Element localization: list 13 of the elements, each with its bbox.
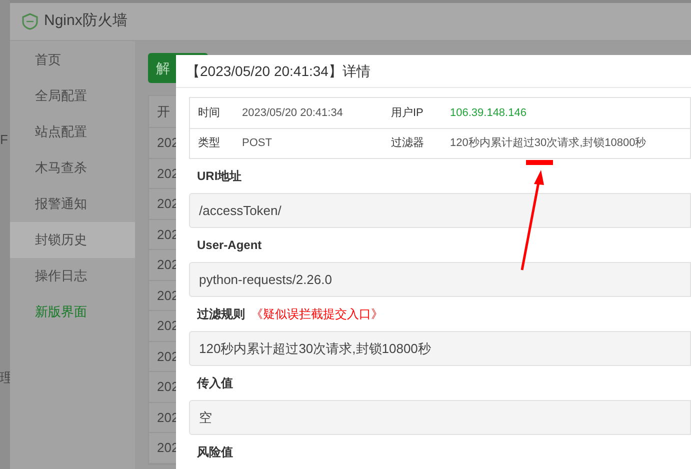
info-label: 用户IP bbox=[391, 106, 424, 121]
value-field: 120秒内累计超过30次请求,封锁10800秒 bbox=[189, 331, 691, 366]
info-value: POST bbox=[242, 136, 273, 152]
info-value: 106.39.148.146 bbox=[450, 106, 526, 121]
info-label: 过滤器 bbox=[391, 136, 425, 152]
value-field: python-requests/2.26.0 bbox=[189, 262, 691, 297]
dialog-title: 【2023/05/20 20:41:34】详情 bbox=[186, 62, 370, 80]
info-value: 2023/05/20 20:41:34 bbox=[242, 106, 344, 121]
window-title: Nginx防火墙 bbox=[44, 11, 128, 32]
value-field: /accessToken/ bbox=[189, 193, 691, 228]
value-field: 空 bbox=[189, 400, 691, 435]
background-text: F bbox=[0, 131, 8, 149]
info-value: 120秒内累计超过30次请求,封锁10800秒 bbox=[450, 136, 646, 152]
